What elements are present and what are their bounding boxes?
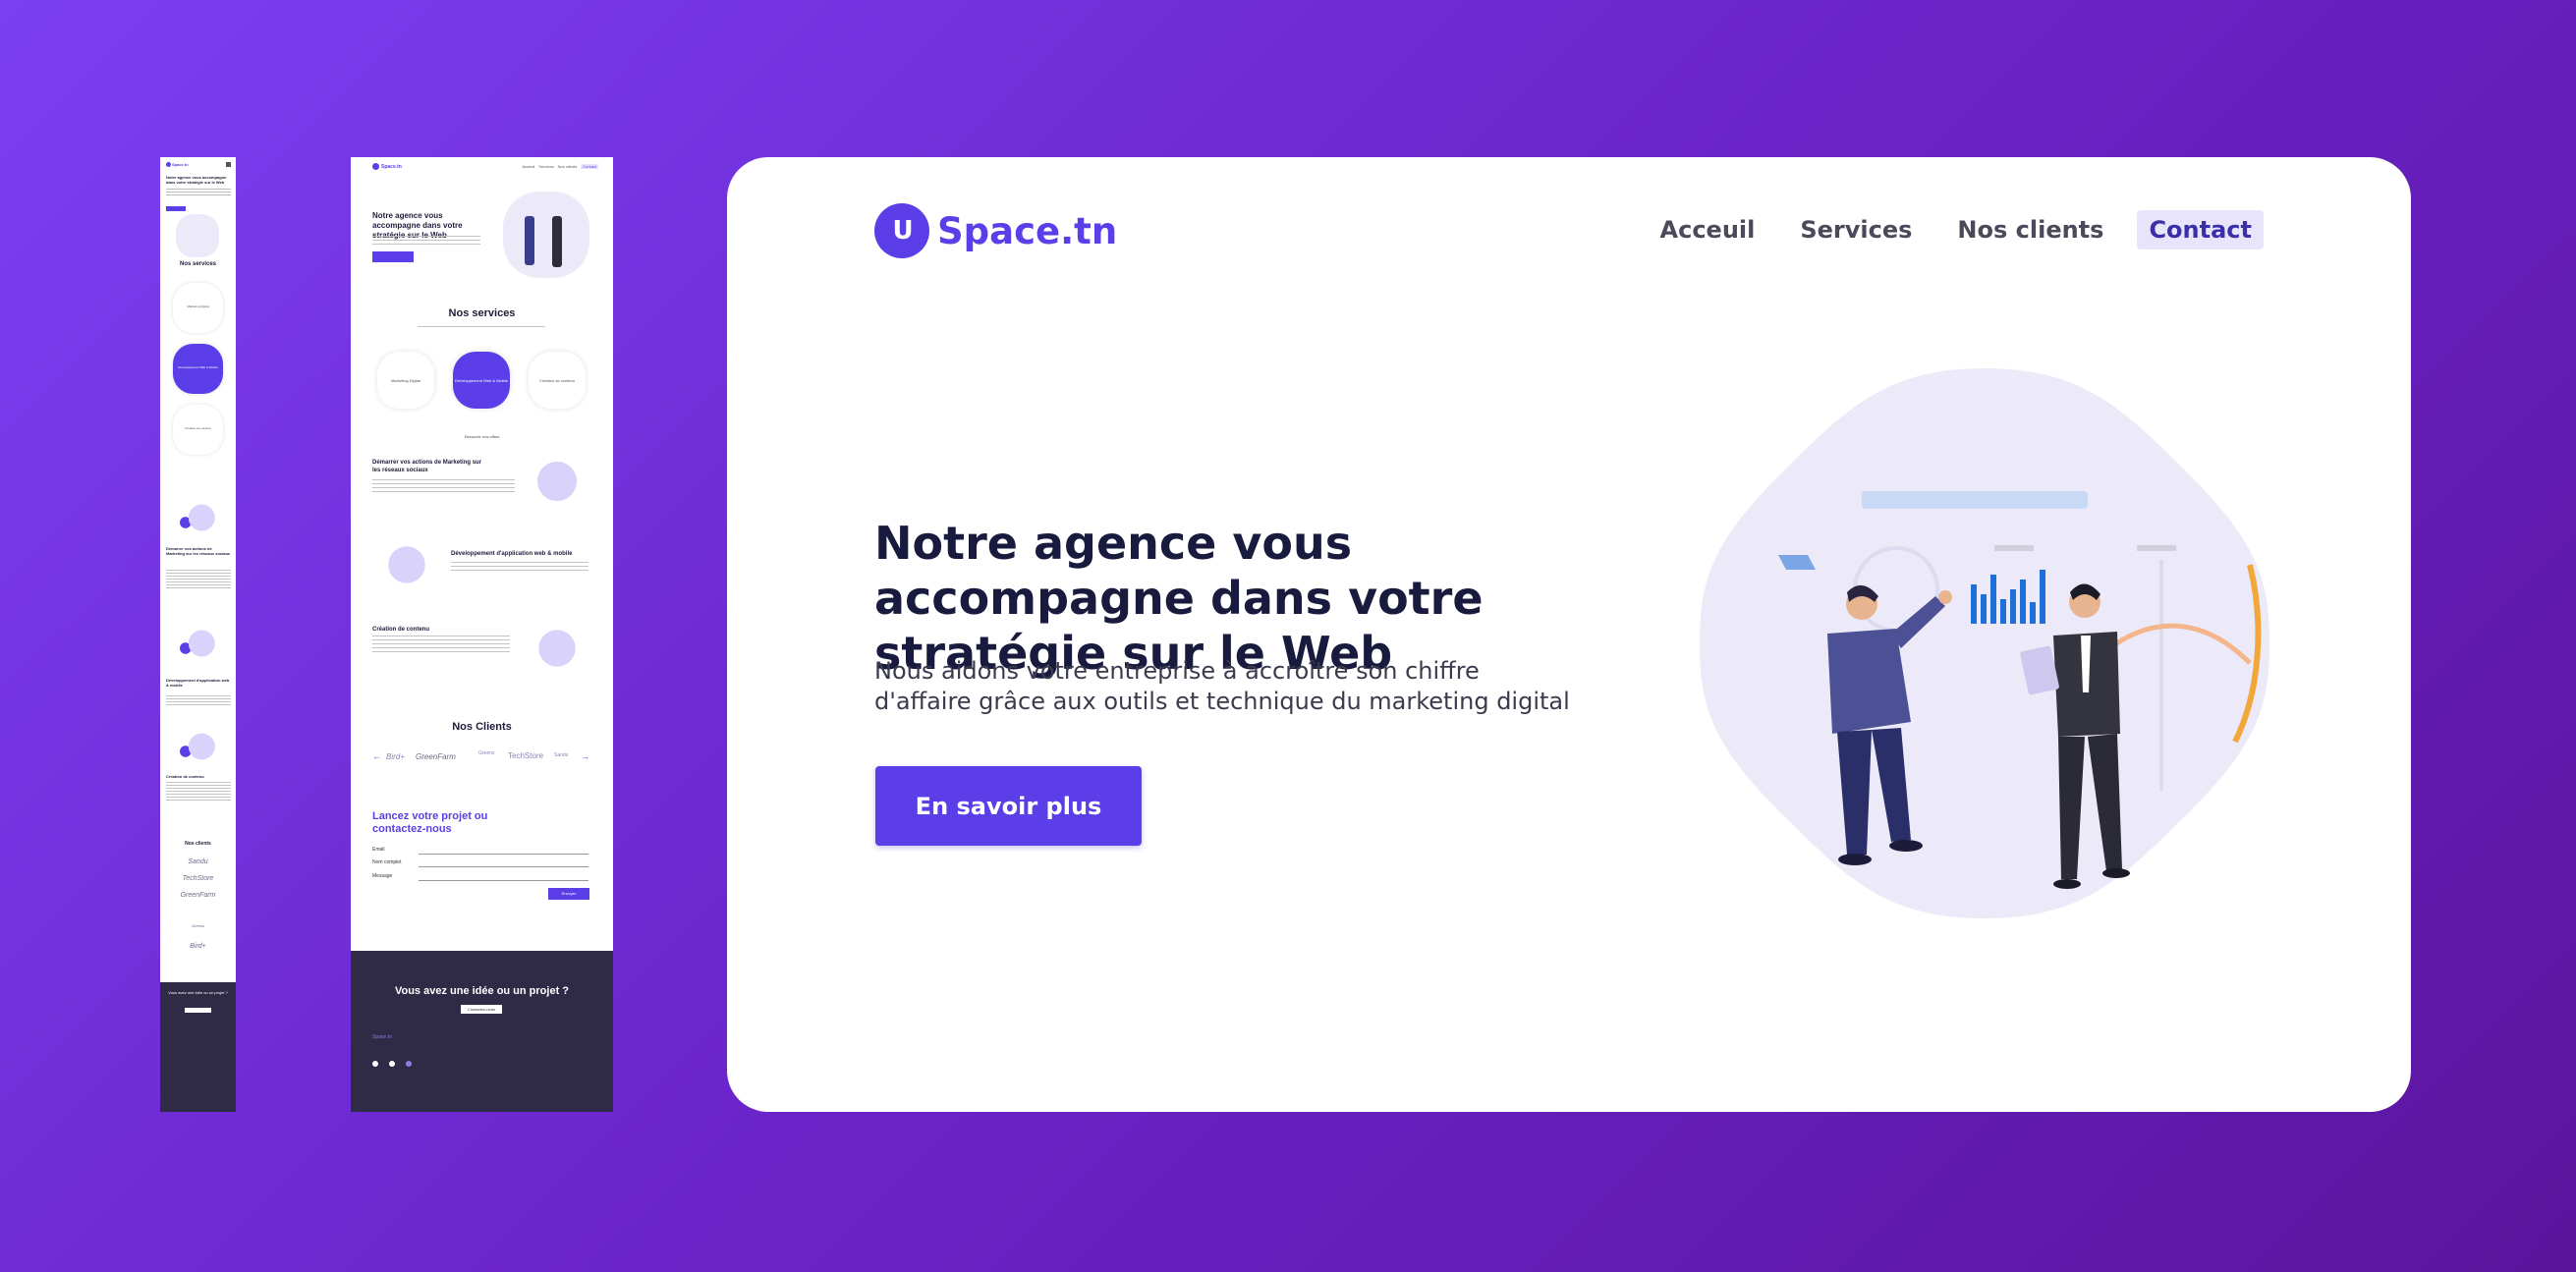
mobile-footer: Vous avez une idée ou un projet ? [160, 982, 236, 1112]
client-logo: Sandu [554, 752, 569, 758]
tablet-nav: Acceuil Services Nos clients Contact [518, 164, 598, 169]
nav-contact[interactable]: Contact [2137, 210, 2264, 249]
nav-item[interactable]: Nos clients [558, 164, 578, 169]
name-field[interactable]: Nom complet [372, 859, 588, 867]
tablet-services-subtitle [418, 326, 545, 329]
mobile-feature-title: Développement d'application web & mobile [166, 678, 230, 688]
tablet-feature-illustration [523, 447, 591, 516]
client-logo: GreenFarm [180, 892, 216, 899]
email-field[interactable]: Email [372, 847, 588, 855]
illustration-blob [1700, 368, 2269, 918]
tablet-footer-question: Vous avez une idée ou un projet ? [394, 985, 570, 997]
tablet-service-card[interactable]: Marketing Digital [377, 352, 434, 409]
clients-next-icon[interactable]: → [581, 751, 589, 761]
client-logo: Greens [191, 923, 205, 928]
main-nav: Acceuil Services Nos clients Contact [1627, 210, 2264, 249]
send-button[interactable]: Envoyer [548, 888, 589, 900]
tablet-feature-text [372, 479, 515, 495]
mobile-hero-text [166, 189, 231, 196]
client-logo: Sandu [188, 858, 208, 865]
mobile-hero-title: Notre agence vous accompagne dans votre … [166, 175, 227, 185]
tablet-contact-title: Lancez votre projet ou contactez-nous [372, 810, 488, 835]
mobile-feature-text [166, 695, 231, 707]
footer-logo: Space.tn [372, 1034, 392, 1040]
mobile-feature-title: Démarrer vos actions de Marketing sur le… [166, 546, 231, 556]
nav-item[interactable]: Acceuil [522, 164, 534, 169]
instagram-icon[interactable] [389, 1061, 395, 1067]
mobile-feature-illustration [166, 619, 231, 668]
mobile-services-title: Nos services [179, 261, 217, 267]
mobile-hero-illustration [176, 214, 219, 257]
client-logo: TechStore [182, 875, 214, 882]
client-logo: GreenFarm [416, 752, 456, 761]
tablet-services-title: Nos services [448, 307, 516, 319]
tablet-service-card[interactable]: Création de contenu [529, 352, 586, 409]
mobile-feature-text [166, 782, 231, 802]
mobile-feature-text [166, 570, 231, 589]
client-logo: TechStore [508, 751, 544, 760]
client-logo: Bird+ [190, 943, 206, 950]
tablet-feature-title: Développement d'application web & mobile [451, 551, 573, 557]
tablet-preview: Space.tn Acceuil Services Nos clients Conta… [351, 157, 613, 1112]
mobile-preview: Space.tn Notre agence vous accompagne da… [160, 157, 236, 1112]
logo-mark-icon [166, 162, 171, 168]
message-field[interactable]: Message [372, 873, 588, 881]
mobile-feature-title: Création de contenu [166, 774, 204, 779]
tablet-feature-title: Démarrer vos actions de Marketing sur le… [372, 460, 482, 473]
tablet-hero-button[interactable] [372, 251, 414, 262]
tablet-feature-illustration [372, 535, 441, 594]
client-logo: Bird+ [386, 752, 405, 761]
hero-subtitle: Nous aidons votre entreprise à accroître… [874, 657, 1570, 715]
hero-cta-button[interactable]: En savoir plus [875, 766, 1142, 846]
logo-mark-icon [372, 163, 379, 170]
hamburger-menu-icon[interactable] [226, 162, 231, 167]
nav-nos-clients[interactable]: Nos clients [1945, 210, 2115, 249]
mobile-feature-illustration [166, 493, 231, 542]
nav-services[interactable]: Services [1788, 210, 1924, 249]
tablet-feature-illustration [523, 619, 591, 678]
offers-link[interactable]: Découvrir nos offres [351, 434, 613, 439]
tablet-header: Space.tn Acceuil Services Nos clients Conta… [372, 163, 598, 173]
tablet-clients-title: Nos Clients [452, 721, 512, 733]
logo-mark-icon: U [874, 203, 929, 258]
tablet-service-card-active[interactable]: Développement Web & Mobile [453, 352, 510, 409]
nav-contact[interactable]: Contact [581, 164, 598, 169]
facebook-icon[interactable] [372, 1061, 378, 1067]
site-logo[interactable]: U Space.tn [874, 201, 1117, 260]
client-logo: Greens [478, 750, 495, 756]
mobile-footer-question: Vous avez une idée ou un projet ? [168, 990, 228, 995]
mobile-logo: Space.tn [166, 162, 189, 168]
illustration-label [2137, 545, 2176, 551]
tablet-feature-text [372, 636, 510, 655]
tablet-footer-button[interactable]: Contactez-nous [461, 1005, 502, 1014]
mobile-service-card[interactable]: Création de contenu [173, 405, 223, 455]
desktop-preview: U Space.tn Acceuil Services Nos clients … [727, 157, 2411, 1112]
tablet-hero-text [372, 236, 480, 248]
figure-left [525, 216, 534, 265]
illustration-label [1994, 545, 2034, 551]
hero-illustration [1700, 368, 2269, 918]
tablet-feature-title: Création de contenu [372, 627, 430, 633]
logo-text: Space.tn [937, 209, 1118, 252]
nav-item[interactable]: Services [538, 164, 553, 169]
nav-acceuil[interactable]: Acceuil [1649, 210, 1767, 249]
tablet-feature-text [451, 562, 588, 574]
mobile-hero-button[interactable] [166, 206, 186, 211]
tablet-footer: Vous avez une idée ou un projet ? Contac… [351, 951, 613, 1112]
tablet-hero-illustration [503, 192, 589, 278]
illustration-bar-top [1862, 491, 2088, 509]
mobile-clients-title: Nos clients [185, 841, 211, 847]
tablet-logo: Space.tn [372, 163, 402, 170]
figure-right [552, 216, 562, 267]
messenger-icon[interactable] [406, 1061, 412, 1067]
clients-prev-icon[interactable]: ← [372, 751, 381, 761]
mobile-footer-button[interactable] [185, 1008, 211, 1013]
mobile-service-card[interactable]: Marketing Digital [173, 283, 223, 333]
mobile-service-card-active[interactable]: Développement Web & Mobile [173, 344, 223, 394]
mobile-feature-illustration [166, 722, 231, 771]
